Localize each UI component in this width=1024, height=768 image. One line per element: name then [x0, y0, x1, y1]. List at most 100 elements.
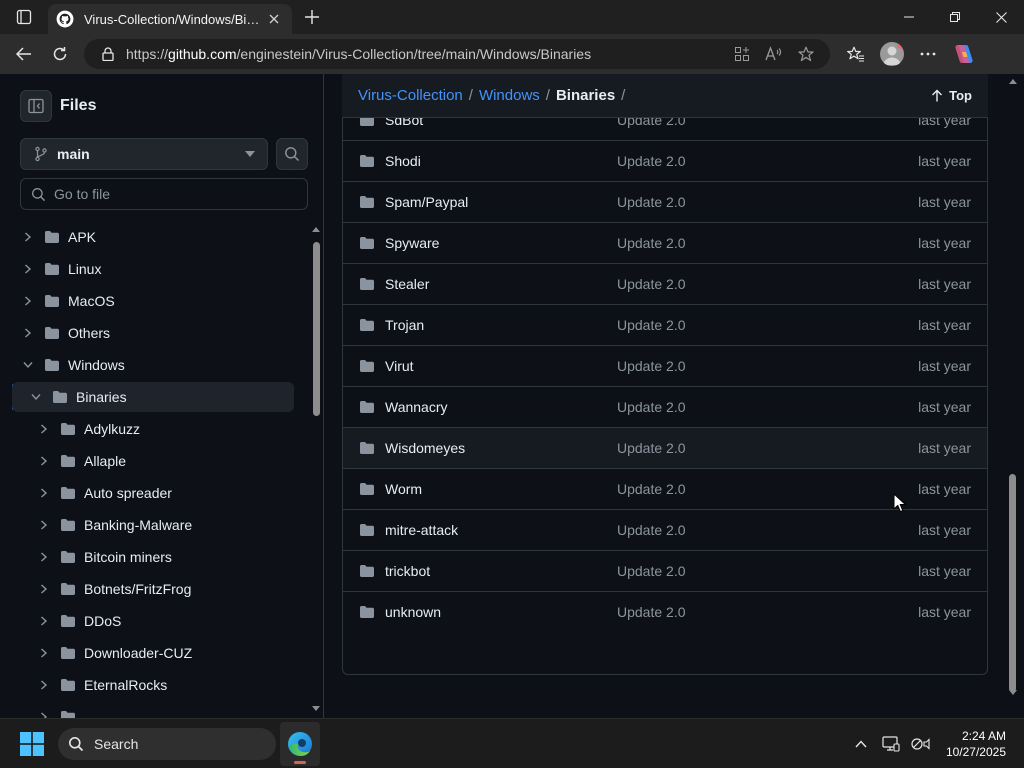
- commit-message-link[interactable]: Update 2.0: [617, 358, 881, 374]
- favorites-button[interactable]: [838, 38, 874, 70]
- file-row[interactable]: Trojan Update 2.0 last year: [343, 304, 987, 345]
- expand-toggle[interactable]: [20, 229, 36, 245]
- new-tab-button[interactable]: [292, 0, 332, 34]
- file-name-link[interactable]: Worm: [385, 481, 617, 497]
- commit-message-link[interactable]: Update 2.0: [617, 440, 881, 456]
- expand-toggle[interactable]: [36, 709, 52, 718]
- browser-tab-active[interactable]: Virus-Collection/Windows/Binaries: [48, 4, 292, 34]
- tree-item[interactable]: Downloader-CUZ: [12, 638, 294, 668]
- expand-toggle[interactable]: [36, 453, 52, 469]
- expand-toggle[interactable]: [36, 645, 52, 661]
- file-name-link[interactable]: Trojan: [385, 317, 617, 333]
- file-row[interactable]: Stealer Update 2.0 last year: [343, 263, 987, 304]
- page-scrollbar[interactable]: [1006, 74, 1020, 718]
- expand-toggle[interactable]: [20, 293, 36, 309]
- close-window-button[interactable]: [978, 0, 1024, 34]
- copilot-button[interactable]: [946, 38, 982, 70]
- tree-item[interactable]: APK: [12, 222, 294, 252]
- site-info-button[interactable]: [96, 42, 120, 66]
- file-row[interactable]: Worm Update 2.0 last year: [343, 468, 987, 509]
- file-row[interactable]: Wannacry Update 2.0 last year: [343, 386, 987, 427]
- network-volume-tray-button[interactable]: [906, 729, 936, 759]
- tree-item[interactable]: MacOS: [12, 286, 294, 316]
- show-hidden-icons-button[interactable]: [846, 729, 876, 759]
- file-name-link[interactable]: trickbot: [385, 563, 617, 579]
- file-name-link[interactable]: Spyware: [385, 235, 617, 251]
- more-button[interactable]: [910, 38, 946, 70]
- tree-scroll-thumb[interactable]: [313, 242, 320, 416]
- edge-taskbar-button[interactable]: [280, 721, 320, 766]
- expand-toggle[interactable]: [36, 517, 52, 533]
- restore-button[interactable]: [932, 0, 978, 34]
- file-name-link[interactable]: Stealer: [385, 276, 617, 292]
- tree-item[interactable]: EternalRocks: [12, 670, 294, 700]
- file-name-link[interactable]: Wisdomeyes: [385, 440, 617, 456]
- file-row[interactable]: Virut Update 2.0 last year: [343, 345, 987, 386]
- taskbar-search[interactable]: Search: [58, 727, 276, 760]
- search-tree-button[interactable]: [276, 138, 308, 170]
- file-name-link[interactable]: Virut: [385, 358, 617, 374]
- branch-selector[interactable]: main: [20, 138, 268, 170]
- commit-message-link[interactable]: Update 2.0: [617, 194, 881, 210]
- tree-scrollbar[interactable]: [310, 222, 322, 714]
- file-row[interactable]: Shodi Update 2.0 last year: [343, 140, 987, 181]
- tab-actions-button[interactable]: [0, 0, 48, 34]
- commit-message-link[interactable]: Update 2.0: [617, 481, 881, 497]
- start-button[interactable]: [12, 724, 52, 764]
- minimize-button[interactable]: [886, 0, 932, 34]
- profile-button[interactable]: [874, 38, 910, 70]
- taskbar-clock[interactable]: 2:24 AM 10/27/2025: [946, 728, 1006, 760]
- tree-item[interactable]: DDoS: [12, 606, 294, 636]
- collapse-toggle[interactable]: [20, 357, 36, 373]
- read-aloud-button[interactable]: [758, 40, 790, 68]
- page-scroll-thumb[interactable]: [1009, 474, 1016, 692]
- back-to-top-button[interactable]: Top: [931, 88, 972, 103]
- tree-item[interactable]: Others: [12, 318, 294, 348]
- expand-toggle[interactable]: [36, 549, 52, 565]
- breadcrumb-folder-link[interactable]: Windows: [479, 87, 540, 104]
- display-tray-button[interactable]: [876, 729, 906, 759]
- commit-message-link[interactable]: Update 2.0: [617, 317, 881, 333]
- commit-message-link[interactable]: Update 2.0: [617, 153, 881, 169]
- tree-item[interactable]: Adylkuzz: [12, 414, 294, 444]
- address-bar[interactable]: https://github.com/enginestein/Virus-Col…: [84, 39, 830, 69]
- commit-message-link[interactable]: Update 2.0: [617, 276, 881, 292]
- file-name-link[interactable]: Wannacry: [385, 399, 617, 415]
- tree-item[interactable]: Banking-Malware: [12, 510, 294, 540]
- url-text[interactable]: https://github.com/enginestein/Virus-Col…: [126, 46, 726, 62]
- scroll-down-arrow-icon[interactable]: [1009, 688, 1017, 696]
- expand-toggle[interactable]: [36, 581, 52, 597]
- breadcrumb-repo-link[interactable]: Virus-Collection: [358, 87, 463, 104]
- tree-item[interactable]: Botnets/FritzFrog: [12, 574, 294, 604]
- tree-item[interactable]: Linux: [12, 254, 294, 284]
- go-to-file-input[interactable]: [54, 186, 297, 202]
- refresh-button[interactable]: [42, 38, 78, 70]
- add-favorite-button[interactable]: [790, 40, 822, 68]
- expand-toggle[interactable]: [20, 325, 36, 341]
- go-to-file-field[interactable]: [20, 178, 308, 210]
- tree-item[interactable]: Binaries: [12, 382, 294, 412]
- file-row[interactable]: Wisdomeyes Update 2.0 last year: [343, 427, 987, 468]
- back-button[interactable]: [6, 38, 42, 70]
- commit-message-link[interactable]: Update 2.0: [617, 235, 881, 251]
- file-name-link[interactable]: Shodi: [385, 153, 617, 169]
- collapse-toggle[interactable]: [28, 389, 44, 405]
- tree-item[interactable]: Allaple: [12, 446, 294, 476]
- tree-item[interactable]: Windows: [12, 350, 294, 380]
- file-row[interactable]: trickbot Update 2.0 last year: [343, 550, 987, 591]
- apps-button[interactable]: [726, 40, 758, 68]
- file-name-link[interactable]: mitre-attack: [385, 522, 617, 538]
- commit-message-link[interactable]: Update 2.0: [617, 563, 881, 579]
- file-row[interactable]: unknown Update 2.0 last year: [343, 591, 987, 632]
- expand-toggle[interactable]: [36, 421, 52, 437]
- commit-message-link[interactable]: Update 2.0: [617, 399, 881, 415]
- file-name-link[interactable]: Spam/Paypal: [385, 194, 617, 210]
- tree-item[interactable]: [12, 702, 294, 718]
- tree-item[interactable]: Auto spreader: [12, 478, 294, 508]
- scroll-down-arrow-icon[interactable]: [312, 704, 320, 712]
- expand-toggle[interactable]: [20, 261, 36, 277]
- commit-message-link[interactable]: Update 2.0: [617, 522, 881, 538]
- close-tab-button[interactable]: [264, 9, 284, 29]
- scroll-up-arrow-icon[interactable]: [312, 226, 320, 234]
- scroll-up-arrow-icon[interactable]: [1009, 78, 1017, 86]
